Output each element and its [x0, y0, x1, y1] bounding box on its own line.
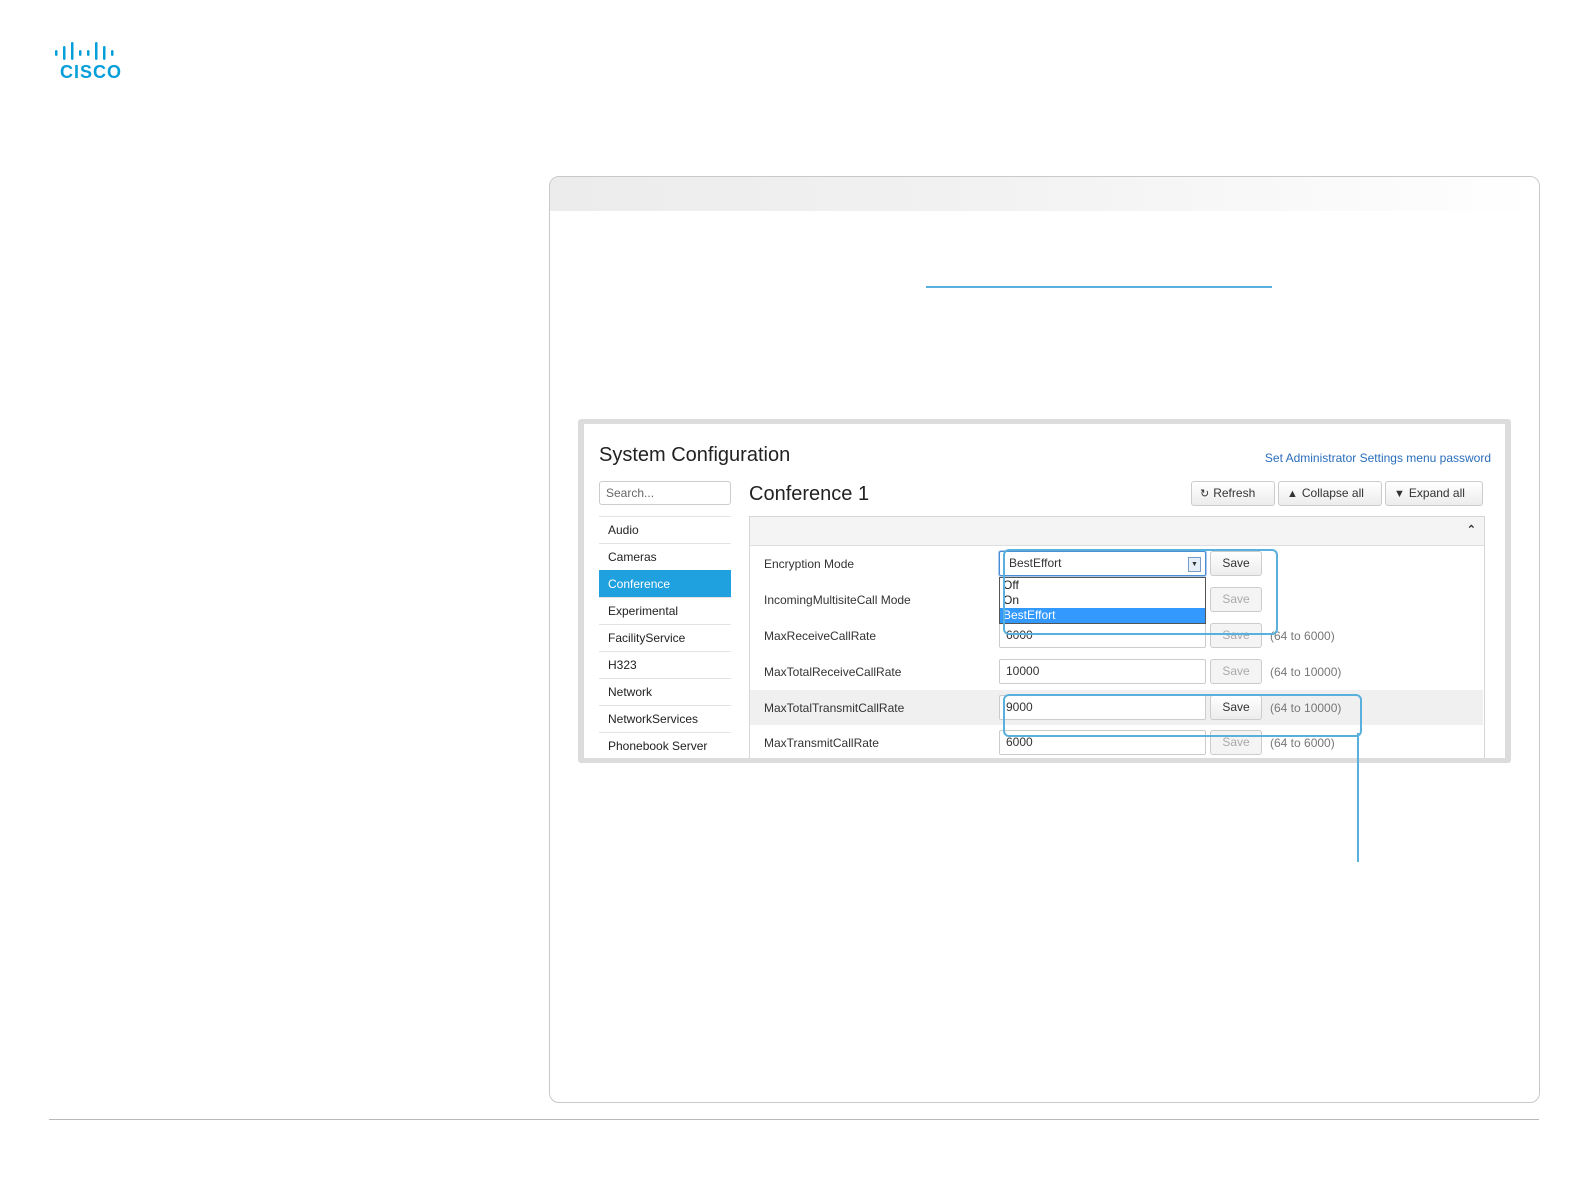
- setting-row: MaxTransmitCallRate 6000 Save (64 to 600…: [750, 725, 1483, 758]
- encryption-mode-select[interactable]: BestEffort ▼: [999, 551, 1206, 576]
- setting-row: MaxTotalTransmitCallRate 9000 Save (64 t…: [750, 690, 1483, 725]
- save-button[interactable]: Save: [1210, 730, 1262, 755]
- refresh-icon: ↻: [1200, 488, 1210, 500]
- chevron-up-icon[interactable]: ⌃: [1467, 523, 1476, 536]
- refresh-button[interactable]: ↻ Refresh: [1191, 481, 1275, 506]
- system-configuration-screenshot: System Configuration Set Administrator S…: [578, 419, 1511, 763]
- chevron-down-icon: ▼: [1394, 488, 1405, 500]
- dropdown-arrow-icon[interactable]: ▼: [1188, 557, 1201, 572]
- setting-row: MaxTotalReceiveCallRate 10000 Save (64 t…: [750, 654, 1483, 689]
- range-hint: (64 to 6000): [1270, 736, 1335, 750]
- setting-row: Encryption Mode BestEffort ▼ Off On Best…: [750, 546, 1483, 624]
- admin-password-link[interactable]: Set Administrator Settings menu password: [1265, 451, 1491, 465]
- encryption-mode-dropdown: Off On BestEffort: [999, 577, 1206, 624]
- page-title: System Configuration: [599, 444, 791, 466]
- nav-item-cameras[interactable]: Cameras: [599, 543, 731, 570]
- setting-label: MaxTotalTransmitCallRate: [764, 701, 905, 715]
- max-total-transmit-call-rate-input[interactable]: 9000: [999, 695, 1206, 720]
- section-title: Conference 1: [749, 483, 870, 505]
- nav-item-networkservices[interactable]: NetworkServices: [599, 705, 731, 732]
- save-button[interactable]: Save: [1210, 551, 1262, 576]
- max-transmit-call-rate-input[interactable]: 6000: [999, 730, 1206, 755]
- chevron-up-icon: ▲: [1287, 488, 1298, 500]
- save-button[interactable]: Save: [1210, 587, 1262, 612]
- save-button[interactable]: Save: [1210, 695, 1262, 720]
- setting-label: MaxTotalReceiveCallRate: [764, 665, 902, 679]
- frame-header-band: [550, 177, 1539, 211]
- setting-label: MaxTransmitCallRate: [764, 736, 879, 750]
- nav-item-audio[interactable]: Audio: [599, 516, 731, 543]
- select-value: BestEffort: [1009, 556, 1062, 570]
- footer-rule: [49, 1119, 1539, 1120]
- expand-all-button[interactable]: ▼ Expand all: [1385, 481, 1483, 506]
- cisco-bars-icon: [55, 42, 114, 60]
- conference-settings-panel: ⌃ Encryption Mode BestEffort ▼ Off On Be…: [749, 516, 1485, 758]
- range-hint: (64 to 6000): [1270, 629, 1335, 643]
- cisco-wordmark: CISCO: [60, 62, 123, 82]
- refresh-label: Refresh: [1213, 486, 1256, 500]
- setting-label: MaxReceiveCallRate: [764, 629, 877, 643]
- setting-label: IncomingMultisiteCall Mode: [764, 593, 911, 607]
- search-input[interactable]: Search...: [599, 481, 731, 505]
- nav-item-network[interactable]: Network: [599, 678, 731, 705]
- nav-item-experimental[interactable]: Experimental: [599, 597, 731, 624]
- max-receive-call-rate-input[interactable]: 6000: [999, 623, 1206, 648]
- nav-item-phonebook-server[interactable]: Phonebook Server: [599, 732, 731, 758]
- category-nav: Audio Cameras Conference Experimental Fa…: [599, 516, 731, 758]
- save-button[interactable]: Save: [1210, 623, 1262, 648]
- dropdown-option-on[interactable]: On: [1000, 593, 1205, 608]
- range-hint: (64 to 10000): [1270, 665, 1342, 679]
- cisco-logo: CISCO: [52, 40, 128, 82]
- nav-item-h323[interactable]: H323: [599, 651, 731, 678]
- dropdown-option-besteffort[interactable]: BestEffort: [1000, 608, 1205, 623]
- save-button[interactable]: Save: [1210, 659, 1262, 684]
- nav-item-facilityservice[interactable]: FacilityService: [599, 624, 731, 651]
- setting-label: Encryption Mode: [764, 557, 855, 571]
- collapse-all-button[interactable]: ▲ Collapse all: [1278, 481, 1382, 506]
- dropdown-option-off[interactable]: Off: [1000, 578, 1205, 593]
- max-total-receive-call-rate-input[interactable]: 10000: [999, 659, 1206, 684]
- expand-all-label: Expand all: [1408, 486, 1465, 500]
- nav-item-conference[interactable]: Conference: [599, 570, 731, 597]
- range-hint: (64 to 10000): [1270, 701, 1342, 715]
- panel-header[interactable]: ⌃: [750, 517, 1484, 546]
- collapse-all-label: Collapse all: [1301, 486, 1364, 500]
